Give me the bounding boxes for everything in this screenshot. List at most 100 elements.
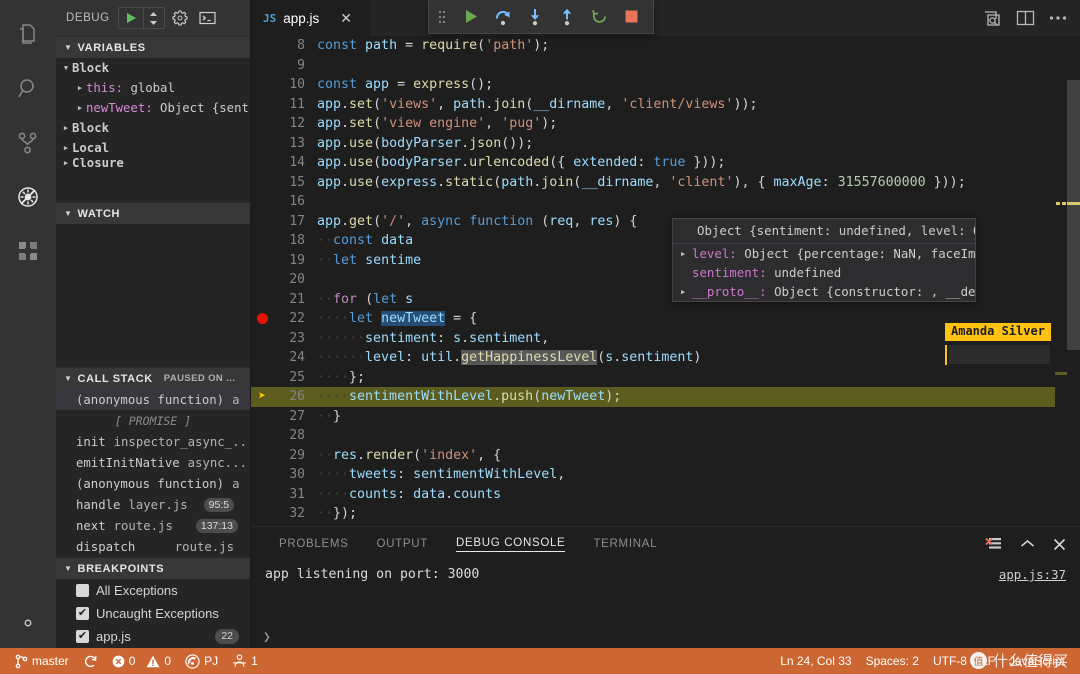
code-line[interactable]: 11 app.set('views', path.join(__dirname,…	[251, 95, 1080, 115]
tab-label: DEBUG CONSOLE	[456, 537, 566, 552]
code-line[interactable]: 27 ··}	[251, 407, 1080, 427]
checkbox-checked-icon[interactable]: ✔	[76, 630, 89, 643]
clear-console-icon[interactable]	[985, 537, 1002, 552]
debug-console-input[interactable]: ❯	[251, 626, 1080, 648]
configuration-dropdown[interactable]	[144, 11, 164, 25]
open-preview-icon[interactable]	[983, 10, 1002, 27]
source-control-icon[interactable]	[0, 116, 56, 170]
breakpoint-row[interactable]: All Exceptions	[56, 579, 250, 602]
restart-button[interactable]	[583, 0, 615, 34]
code-line[interactable]: 29 ··res.render('index', {	[251, 446, 1080, 466]
debug-icon[interactable]	[0, 170, 56, 224]
section-header-variables[interactable]: ▼ VARIABLES	[56, 36, 250, 58]
code-line[interactable]: 9	[251, 56, 1080, 76]
breakpoint-marker[interactable]	[251, 309, 273, 329]
debug-console-toggle[interactable]	[195, 6, 221, 30]
chevron-right-icon[interactable]: ▶	[681, 288, 692, 296]
debug-console-output[interactable]: app listening on port: 3000 app.js:37	[251, 561, 1080, 626]
hover-property-row[interactable]: ▶ __proto__: Object {constructor: , __de…	[673, 282, 975, 301]
split-editor-icon[interactable]	[1016, 10, 1035, 26]
call-stack-row[interactable]: next route.js 137:13	[56, 515, 250, 536]
call-stack-row[interactable]: handle layer.js 95:5	[56, 494, 250, 515]
chevron-right-icon[interactable]: ▶	[681, 250, 692, 258]
debug-configuration-control[interactable]	[117, 7, 165, 29]
stop-button[interactable]	[615, 0, 647, 34]
code-line-current[interactable]: ➤ 26 ····sentimentWithLevel.push(newTwee…	[251, 387, 1080, 407]
step-out-button[interactable]	[551, 0, 583, 34]
tab-debug-console[interactable]: DEBUG CONSOLE	[442, 527, 579, 561]
code-line[interactable]: 31 ····counts: data.counts	[251, 485, 1080, 505]
breakpoint-row[interactable]: ✔ app.js 22	[56, 625, 250, 648]
minimap[interactable]	[1055, 36, 1067, 526]
breakpoints-list[interactable]: All Exceptions ✔ Uncaught Exceptions ✔ a…	[56, 579, 250, 648]
branch-status[interactable]: master	[8, 648, 76, 674]
section-header-call-stack[interactable]: ▼ CALL STACK PAUSED ON ...	[56, 367, 250, 389]
maximize-panel-icon[interactable]	[1020, 539, 1035, 549]
indentation-status[interactable]: Spaces: 2	[859, 648, 926, 674]
drag-handle-icon[interactable]	[429, 9, 455, 25]
checkbox-unchecked-icon[interactable]	[76, 584, 89, 597]
language-mode-status[interactable]: JavaScript	[1002, 648, 1072, 674]
checkbox-checked-icon[interactable]: ✔	[76, 607, 89, 620]
code-line[interactable]: 8 const path = require('path');	[251, 36, 1080, 56]
call-stack-row[interactable]: emitInitNative async...	[56, 452, 250, 473]
step-into-button[interactable]	[519, 0, 551, 34]
code-line[interactable]: 16	[251, 192, 1080, 212]
sync-status[interactable]	[76, 648, 105, 674]
tree-row[interactable]: ▶ Block	[56, 118, 250, 138]
tab-app-js[interactable]: JS app.js ✕	[251, 0, 371, 36]
code-editor[interactable]: 8 const path = require('path'); 9 10 con…	[251, 36, 1080, 526]
continue-button[interactable]	[455, 0, 487, 34]
section-header-breakpoints[interactable]: ▼ BREAKPOINTS	[56, 557, 250, 579]
call-stack-row[interactable]: init inspector_async_..	[56, 431, 250, 452]
code-line[interactable]: 28	[251, 426, 1080, 446]
manage-gear-icon[interactable]	[0, 598, 56, 648]
code-line[interactable]: 13 app.use(bodyParser.json());	[251, 134, 1080, 154]
code-line[interactable]: 15 app.use(express.static(path.join(__di…	[251, 173, 1080, 193]
debug-floating-toolbar[interactable]	[428, 0, 654, 34]
step-over-button[interactable]	[487, 0, 519, 34]
code-line[interactable]: 12 app.set('view engine', 'pug');	[251, 114, 1080, 134]
close-icon[interactable]: ✕	[340, 10, 352, 27]
breakpoint-row[interactable]: ✔ Uncaught Exceptions	[56, 602, 250, 625]
vertical-scrollbar[interactable]	[1067, 36, 1080, 526]
tab-output[interactable]: OUTPUT	[363, 527, 442, 561]
code-line[interactable]: 25 ····};	[251, 368, 1080, 388]
tree-row[interactable]: ▶ this: global	[56, 78, 250, 98]
cursor-position-status[interactable]: Ln 24, Col 33	[773, 648, 858, 674]
call-stack-row[interactable]: (anonymous function) a	[56, 389, 250, 410]
code-line[interactable]: 30 ····tweets: sentimentWithLevel,	[251, 465, 1080, 485]
extensions-icon[interactable]	[0, 224, 56, 278]
call-stack-list[interactable]: (anonymous function) a [ PROMISE ] init …	[56, 389, 250, 557]
tree-row[interactable]: ▼ Block	[56, 58, 250, 78]
call-stack-row[interactable]: (anonymous function) a	[56, 473, 250, 494]
encoding-status[interactable]: UTF-8	[926, 648, 974, 674]
close-panel-icon[interactable]	[1053, 538, 1066, 551]
variables-tree[interactable]: ▼ Block ▶ this: global ▶ newTweet: Objec…	[56, 58, 250, 202]
liveshare-participants[interactable]: 1	[225, 648, 265, 674]
console-source-link[interactable]: app.js:37	[999, 567, 1066, 582]
watch-list[interactable]	[56, 224, 250, 367]
code-line[interactable]: 10 const app = express();	[251, 75, 1080, 95]
scrollbar-thumb[interactable]	[1067, 80, 1080, 350]
search-icon[interactable]	[0, 62, 56, 116]
code-line[interactable]: 32 ··});	[251, 504, 1080, 524]
eol-status[interactable]: LF	[974, 648, 1002, 674]
debug-hover-popup[interactable]: Object {sentiment: undefined, level: Obj…	[672, 218, 976, 302]
tree-row[interactable]: ▶ newTweet: Object {sent.	[56, 98, 250, 118]
tree-row[interactable]: ▶ Closure	[56, 158, 250, 168]
tree-row[interactable]: ▶ Local	[56, 138, 250, 158]
section-header-watch[interactable]: ▼ WATCH	[56, 202, 250, 224]
problems-status[interactable]: 0 0	[105, 648, 178, 674]
hover-property-row[interactable]: sentiment: undefined	[673, 263, 975, 282]
code-line[interactable]: 14 app.use(bodyParser.urlencoded({ exten…	[251, 153, 1080, 173]
call-stack-row[interactable]: dispatch route.js	[56, 536, 250, 557]
hover-property-row[interactable]: ▶ level: Object {percentage: NaN, faceIm…	[673, 244, 975, 263]
start-debugging-button[interactable]	[119, 12, 143, 24]
tab-terminal[interactable]: TERMINAL	[579, 527, 671, 561]
explorer-icon[interactable]	[0, 8, 56, 62]
liveshare-status[interactable]: PJ	[178, 648, 225, 674]
tab-problems[interactable]: PROBLEMS	[265, 527, 363, 561]
more-actions-icon[interactable]	[1049, 15, 1067, 21]
debug-settings-gear[interactable]	[167, 6, 193, 30]
